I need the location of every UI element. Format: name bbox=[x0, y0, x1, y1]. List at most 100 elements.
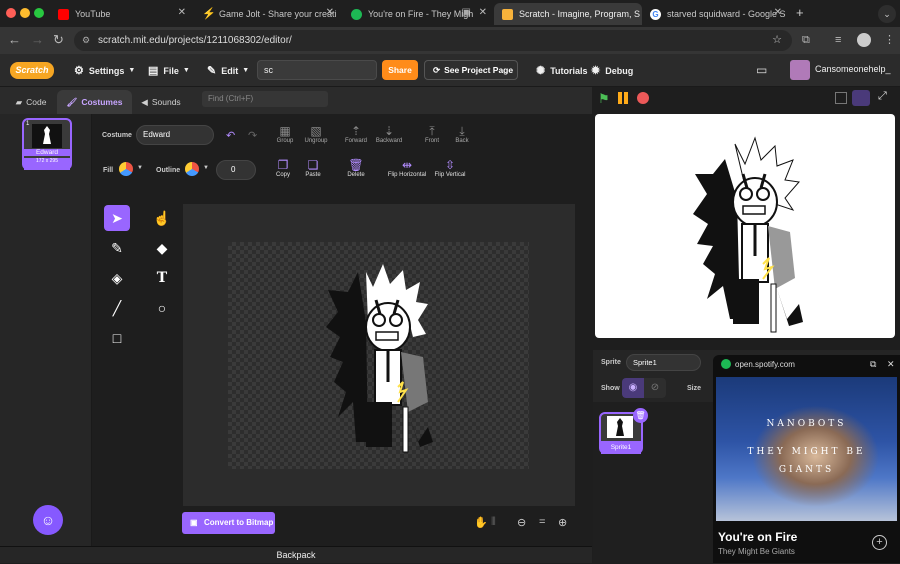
url-input[interactable]: ⚙ scratch.mit.edu/projects/1211068302/ed… bbox=[74, 30, 792, 51]
back-to-tab-icon[interactable]: ⧉ bbox=[870, 359, 876, 370]
close-tab-icon[interactable]: ✕ bbox=[479, 7, 487, 18]
paint-canvas-area[interactable] bbox=[183, 204, 575, 506]
file-menu[interactable]: ▤ File ▼ bbox=[148, 64, 190, 77]
tab-code[interactable]: ▰ Code bbox=[6, 90, 56, 114]
minimize-window-icon[interactable] bbox=[20, 8, 30, 18]
project-title-input[interactable]: sc bbox=[257, 60, 377, 80]
scratch-logo[interactable]: Scratch bbox=[10, 62, 54, 79]
close-tab-icon[interactable]: ✕ bbox=[774, 7, 782, 18]
backpack-bar[interactable]: Backpack bbox=[0, 546, 592, 563]
reload-icon[interactable]: ↻ bbox=[53, 32, 64, 48]
text-tool[interactable]: T bbox=[149, 265, 175, 291]
pause-icon[interactable] bbox=[618, 92, 622, 104]
hand-icon[interactable]: ✋ bbox=[474, 516, 488, 529]
choose-costume-button[interactable]: ☺ bbox=[33, 505, 63, 535]
outline-color-swatch[interactable] bbox=[185, 162, 199, 176]
circle-icon: ○ bbox=[157, 300, 167, 316]
zoom-reset-icon[interactable]: = bbox=[539, 516, 545, 528]
outline-width-input[interactable]: 0 bbox=[216, 160, 256, 180]
stage[interactable] bbox=[595, 114, 895, 338]
more-menu-icon[interactable]: ⋮ bbox=[884, 33, 895, 46]
zoom-in-icon[interactable]: ⊕ bbox=[558, 516, 567, 529]
undo-icon[interactable]: ↶ bbox=[226, 129, 235, 142]
close-icon[interactable]: ✕ bbox=[887, 359, 895, 370]
code-icon: ▰ bbox=[15, 96, 23, 107]
edit-menu[interactable]: ✎ Edit ▼ bbox=[207, 64, 249, 77]
see-project-page-button[interactable]: ⟳ See Project Page bbox=[424, 60, 518, 80]
backward-button[interactable]: ⇣ Backward bbox=[369, 124, 409, 144]
tab-sounds[interactable]: ◀ Sounds bbox=[134, 90, 188, 114]
costume-drawing[interactable] bbox=[228, 242, 529, 469]
paint-artboard[interactable] bbox=[228, 242, 529, 469]
delete-button[interactable]: 🗑 Delete bbox=[336, 158, 376, 178]
picture-in-picture-icon[interactable]: ▣ bbox=[462, 7, 471, 18]
circle-tool[interactable]: ○ bbox=[149, 295, 175, 321]
back-icon[interactable]: ← bbox=[8, 32, 21, 47]
debug-button[interactable]: ✹ Debug bbox=[591, 64, 633, 77]
browser-tab-gamejolt[interactable]: ⚡ Game Jolt - Share your creati ✕ bbox=[194, 3, 340, 25]
image-icon: ▣ bbox=[190, 518, 198, 527]
convert-to-bitmap-button[interactable]: ▣ Convert to Bitmap bbox=[182, 512, 275, 534]
settings-menu[interactable]: ⚙ Settings ▼ bbox=[74, 64, 135, 77]
browser-tab-spotify[interactable]: You're on Fire - They Migh ▣ ✕ bbox=[343, 3, 493, 25]
line-tool[interactable]: ╱ bbox=[104, 295, 130, 321]
hide-eye-icon[interactable]: ⊘ bbox=[644, 378, 666, 398]
paste-button[interactable]: ❏ Paste bbox=[293, 158, 333, 178]
sprite-name-input[interactable]: Sprite1 bbox=[626, 354, 701, 371]
find-input[interactable]: Find (Ctrl+F) bbox=[202, 91, 328, 107]
zoom-out-icon[interactable]: ⊖ bbox=[517, 516, 526, 529]
fill-tool[interactable]: ◈ bbox=[104, 265, 130, 291]
folder-icon[interactable]: ▭ bbox=[756, 63, 767, 77]
tab-costumes[interactable]: 🖌 Costumes bbox=[57, 90, 132, 114]
caret-down-icon[interactable]: ▼ bbox=[203, 165, 209, 171]
forward-icon[interactable]: → bbox=[31, 32, 44, 47]
tab-search-icon[interactable]: ⌄ bbox=[878, 5, 896, 23]
rectangle-tool[interactable]: □ bbox=[104, 325, 130, 351]
url-text: scratch.mit.edu/projects/1211068302/edit… bbox=[98, 35, 292, 46]
reshape-tool[interactable]: ☝ bbox=[149, 205, 175, 231]
flip-vertical-button[interactable]: ⇳ Flip Vertical bbox=[428, 158, 472, 178]
remix-icon: ⟳ bbox=[433, 65, 441, 75]
costume-name-input[interactable]: Edward bbox=[136, 125, 214, 145]
select-tool[interactable]: ➤ bbox=[104, 205, 130, 231]
add-to-library-icon[interactable]: + bbox=[872, 535, 887, 550]
show-eye-icon[interactable]: ◉ bbox=[622, 378, 644, 398]
small-stage-icon[interactable] bbox=[835, 92, 847, 104]
eraser-tool[interactable]: ◆ bbox=[149, 235, 175, 261]
normal-stage-icon[interactable] bbox=[852, 90, 870, 106]
stop-icon[interactable] bbox=[637, 92, 649, 104]
green-flag-icon[interactable]: ⚑ bbox=[598, 91, 610, 107]
delete-sprite-icon[interactable]: 🗑 bbox=[633, 408, 648, 423]
back-button[interactable]: ⤓ Back bbox=[442, 124, 482, 144]
browser-tab-google[interactable]: G starved squidward - Google S ✕ bbox=[642, 3, 788, 25]
scrollbar-icon[interactable]: ⦀ bbox=[491, 516, 496, 529]
share-button[interactable]: Share bbox=[382, 60, 418, 80]
close-window-icon[interactable] bbox=[6, 8, 16, 18]
maximize-window-icon[interactable] bbox=[34, 8, 44, 18]
bookmark-star-icon[interactable]: ☆ bbox=[772, 30, 782, 51]
redo-icon[interactable]: ↷ bbox=[248, 129, 257, 142]
extensions-icon[interactable]: ⧉ bbox=[802, 34, 810, 47]
stage-sprite-drawing[interactable] bbox=[595, 114, 895, 338]
profile-avatar-icon[interactable] bbox=[857, 33, 871, 47]
artist-name[interactable]: They Might Be Giants bbox=[718, 547, 795, 556]
fill-color-swatch[interactable] bbox=[119, 162, 133, 176]
media-controls-icon[interactable]: ≡ bbox=[835, 34, 841, 46]
site-info-icon[interactable]: ⚙ bbox=[82, 30, 90, 51]
flip-horizontal-button[interactable]: ⇹ Flip Horizontal bbox=[381, 158, 433, 178]
browser-tab-youtube[interactable]: YouTube ✕ bbox=[50, 3, 192, 25]
costume-item[interactable]: 1 Edward 172 x 295 bbox=[22, 118, 72, 170]
caret-down-icon[interactable]: ▼ bbox=[137, 165, 143, 171]
song-title[interactable]: You're on Fire bbox=[718, 530, 797, 544]
browser-tab-scratch[interactable]: Scratch - Imagine, Program, S bbox=[494, 3, 642, 25]
trash-icon: 🗑 bbox=[348, 158, 364, 172]
username-label[interactable]: Cansomeonehelp_ bbox=[815, 64, 891, 74]
brush-tool[interactable]: ✎ bbox=[104, 235, 130, 261]
ungroup-button[interactable]: ▧ Ungroup bbox=[296, 124, 336, 144]
close-tab-icon[interactable]: ✕ bbox=[178, 7, 186, 18]
tutorials-button[interactable]: ✺ Tutorials bbox=[536, 64, 588, 77]
new-tab-icon[interactable]: + bbox=[796, 5, 804, 20]
fullscreen-icon[interactable]: ⤢ bbox=[878, 90, 887, 103]
close-tab-icon[interactable]: ✕ bbox=[326, 7, 334, 18]
user-avatar[interactable] bbox=[790, 60, 810, 80]
